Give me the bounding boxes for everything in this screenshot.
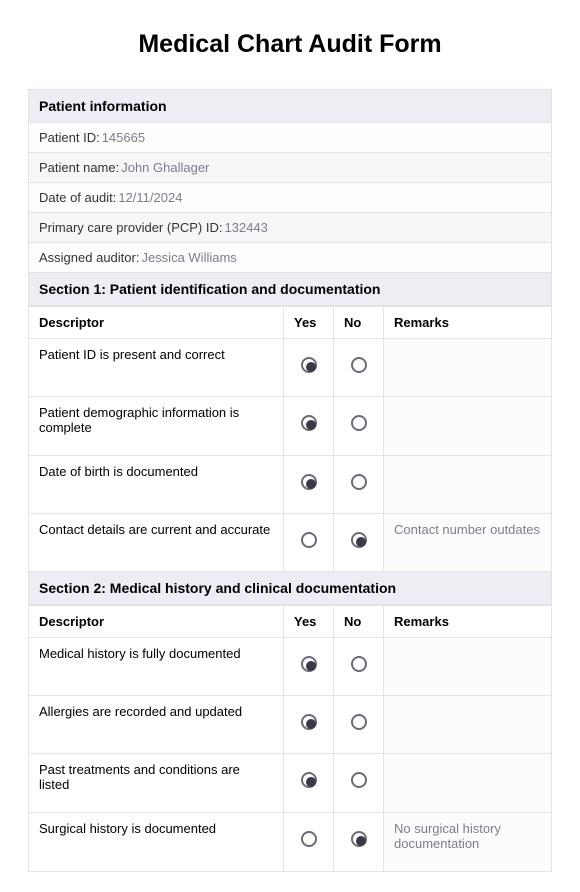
- remarks-cell[interactable]: No surgical history documentation: [384, 813, 552, 872]
- audit-table-2: Descriptor Yes No Remarks Medical histor…: [28, 605, 552, 872]
- col-header-remarks: Remarks: [384, 307, 552, 339]
- remarks-cell[interactable]: Contact number outdates: [384, 514, 552, 572]
- patient-info-header: Patient information: [28, 89, 552, 123]
- col-header-yes: Yes: [284, 307, 334, 339]
- no-cell: [334, 696, 384, 754]
- field-row-date-of-audit: Date of audit: 12/11/2024: [28, 183, 552, 213]
- radio-no[interactable]: [351, 656, 367, 672]
- table-row: Date of birth is documented: [29, 456, 552, 514]
- audit-table-1: Descriptor Yes No Remarks Patient ID is …: [28, 306, 552, 572]
- field-row-patient-id: Patient ID: 145665: [28, 123, 552, 153]
- descriptor-cell: Date of birth is documented: [29, 456, 284, 514]
- field-value[interactable]: 12/11/2024: [118, 190, 182, 205]
- radio-no[interactable]: [351, 532, 367, 548]
- radio-yes[interactable]: [301, 474, 317, 490]
- field-value[interactable]: 145665: [102, 130, 145, 145]
- radio-no[interactable]: [351, 357, 367, 373]
- radio-no[interactable]: [351, 474, 367, 490]
- descriptor-cell: Patient demographic information is compl…: [29, 397, 284, 456]
- field-label: Patient ID:: [39, 130, 100, 145]
- yes-cell: [284, 638, 334, 696]
- table-row: Contact details are current and accurate…: [29, 514, 552, 572]
- field-row-assigned-auditor: Assigned auditor: Jessica Williams: [28, 243, 552, 273]
- radio-yes[interactable]: [301, 772, 317, 788]
- descriptor-cell: Medical history is fully documented: [29, 638, 284, 696]
- yes-cell: [284, 696, 334, 754]
- yes-cell: [284, 754, 334, 813]
- radio-yes[interactable]: [301, 415, 317, 431]
- no-cell: [334, 514, 384, 572]
- page-title: Medical Chart Audit Form: [28, 30, 552, 59]
- audit-form-page: Medical Chart Audit Form Patient informa…: [0, 0, 580, 892]
- no-cell: [334, 813, 384, 872]
- radio-no[interactable]: [351, 831, 367, 847]
- section-header-1: Section 1: Patient identification and do…: [28, 273, 552, 306]
- remarks-cell[interactable]: [384, 754, 552, 813]
- field-label: Assigned auditor:: [39, 250, 139, 265]
- radio-yes[interactable]: [301, 831, 317, 847]
- field-label: Primary care provider (PCP) ID:: [39, 220, 222, 235]
- col-header-descriptor: Descriptor: [29, 606, 284, 638]
- table-row: Past treatments and conditions are liste…: [29, 754, 552, 813]
- remarks-cell[interactable]: [384, 696, 552, 754]
- col-header-descriptor: Descriptor: [29, 307, 284, 339]
- remarks-cell[interactable]: [384, 456, 552, 514]
- radio-no[interactable]: [351, 772, 367, 788]
- remarks-cell[interactable]: [384, 397, 552, 456]
- field-label: Date of audit:: [39, 190, 116, 205]
- table-row: Surgical history is documented No surgica…: [29, 813, 552, 872]
- col-header-remarks: Remarks: [384, 606, 552, 638]
- field-row-pcp-id: Primary care provider (PCP) ID: 132443: [28, 213, 552, 243]
- audit-table-1-body: Patient ID is present and correctPatient…: [29, 339, 552, 572]
- yes-cell: [284, 514, 334, 572]
- radio-no[interactable]: [351, 415, 367, 431]
- radio-no[interactable]: [351, 714, 367, 730]
- table-row: Patient ID is present and correct: [29, 339, 552, 397]
- no-cell: [334, 397, 384, 456]
- remarks-cell[interactable]: [384, 638, 552, 696]
- table-row: Allergies are recorded and updated: [29, 696, 552, 754]
- descriptor-cell: Past treatments and conditions are liste…: [29, 754, 284, 813]
- field-row-patient-name: Patient name: John Ghallager: [28, 153, 552, 183]
- yes-cell: [284, 339, 334, 397]
- field-value[interactable]: Jessica Williams: [141, 250, 236, 265]
- col-header-no: No: [334, 606, 384, 638]
- yes-cell: [284, 813, 334, 872]
- no-cell: [334, 638, 384, 696]
- descriptor-cell: Patient ID is present and correct: [29, 339, 284, 397]
- section-header-2: Section 2: Medical history and clinical …: [28, 572, 552, 605]
- field-label: Patient name:: [39, 160, 119, 175]
- radio-yes[interactable]: [301, 532, 317, 548]
- remarks-cell[interactable]: [384, 339, 552, 397]
- field-value[interactable]: John Ghallager: [121, 160, 209, 175]
- no-cell: [334, 456, 384, 514]
- radio-yes[interactable]: [301, 357, 317, 373]
- audit-table-2-body: Medical history is fully documentedAller…: [29, 638, 552, 872]
- yes-cell: [284, 456, 334, 514]
- descriptor-cell: Allergies are recorded and updated: [29, 696, 284, 754]
- table-row: Patient demographic information is compl…: [29, 397, 552, 456]
- no-cell: [334, 754, 384, 813]
- table-row: Medical history is fully documented: [29, 638, 552, 696]
- descriptor-cell: Surgical history is documented: [29, 813, 284, 872]
- radio-yes[interactable]: [301, 714, 317, 730]
- radio-yes[interactable]: [301, 656, 317, 672]
- yes-cell: [284, 397, 334, 456]
- no-cell: [334, 339, 384, 397]
- col-header-no: No: [334, 307, 384, 339]
- col-header-yes: Yes: [284, 606, 334, 638]
- descriptor-cell: Contact details are current and accurate: [29, 514, 284, 572]
- field-value[interactable]: 132443: [224, 220, 267, 235]
